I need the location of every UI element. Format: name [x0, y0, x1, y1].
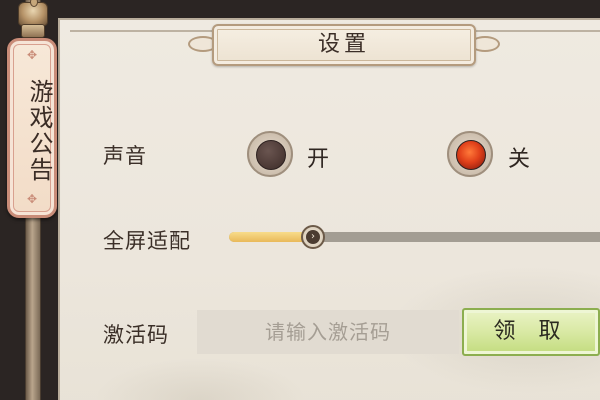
- fullscreen-label: 全屏适配: [103, 229, 191, 253]
- slider-handle[interactable]: ›: [301, 225, 325, 249]
- sound-off-indicator: [456, 140, 486, 170]
- ornament-icon: [18, 0, 48, 26]
- fullscreen-slider[interactable]: [229, 232, 600, 242]
- activation-code-label: 激活码: [103, 323, 169, 347]
- game-announcement-tab[interactable]: ✥ 游戏公告 ✥: [7, 38, 57, 218]
- sound-off-label: 关: [508, 147, 531, 172]
- chevron-right-icon: ›: [306, 230, 320, 244]
- title-plaque: 设置: [212, 24, 476, 66]
- activation-code-input[interactable]: [197, 310, 459, 354]
- settings-screen: ✥ 游戏公告 ✥ 设置 声音 开 关 全屏适配 › 激活码 领 取: [0, 0, 600, 400]
- knot-top-icon: ✥: [26, 48, 38, 62]
- page-title: 设置: [317, 32, 370, 57]
- claim-button[interactable]: 领 取: [462, 308, 600, 356]
- knot-bottom-icon: ✥: [26, 192, 38, 206]
- sound-label: 声音: [103, 144, 147, 168]
- announcement-label: 游戏公告: [25, 79, 53, 183]
- sound-off-radio[interactable]: [447, 131, 493, 177]
- sound-on-radio[interactable]: [247, 131, 293, 177]
- pole-collar: [21, 24, 45, 38]
- sound-on-label: 开: [307, 147, 330, 172]
- sound-on-indicator: [256, 140, 286, 170]
